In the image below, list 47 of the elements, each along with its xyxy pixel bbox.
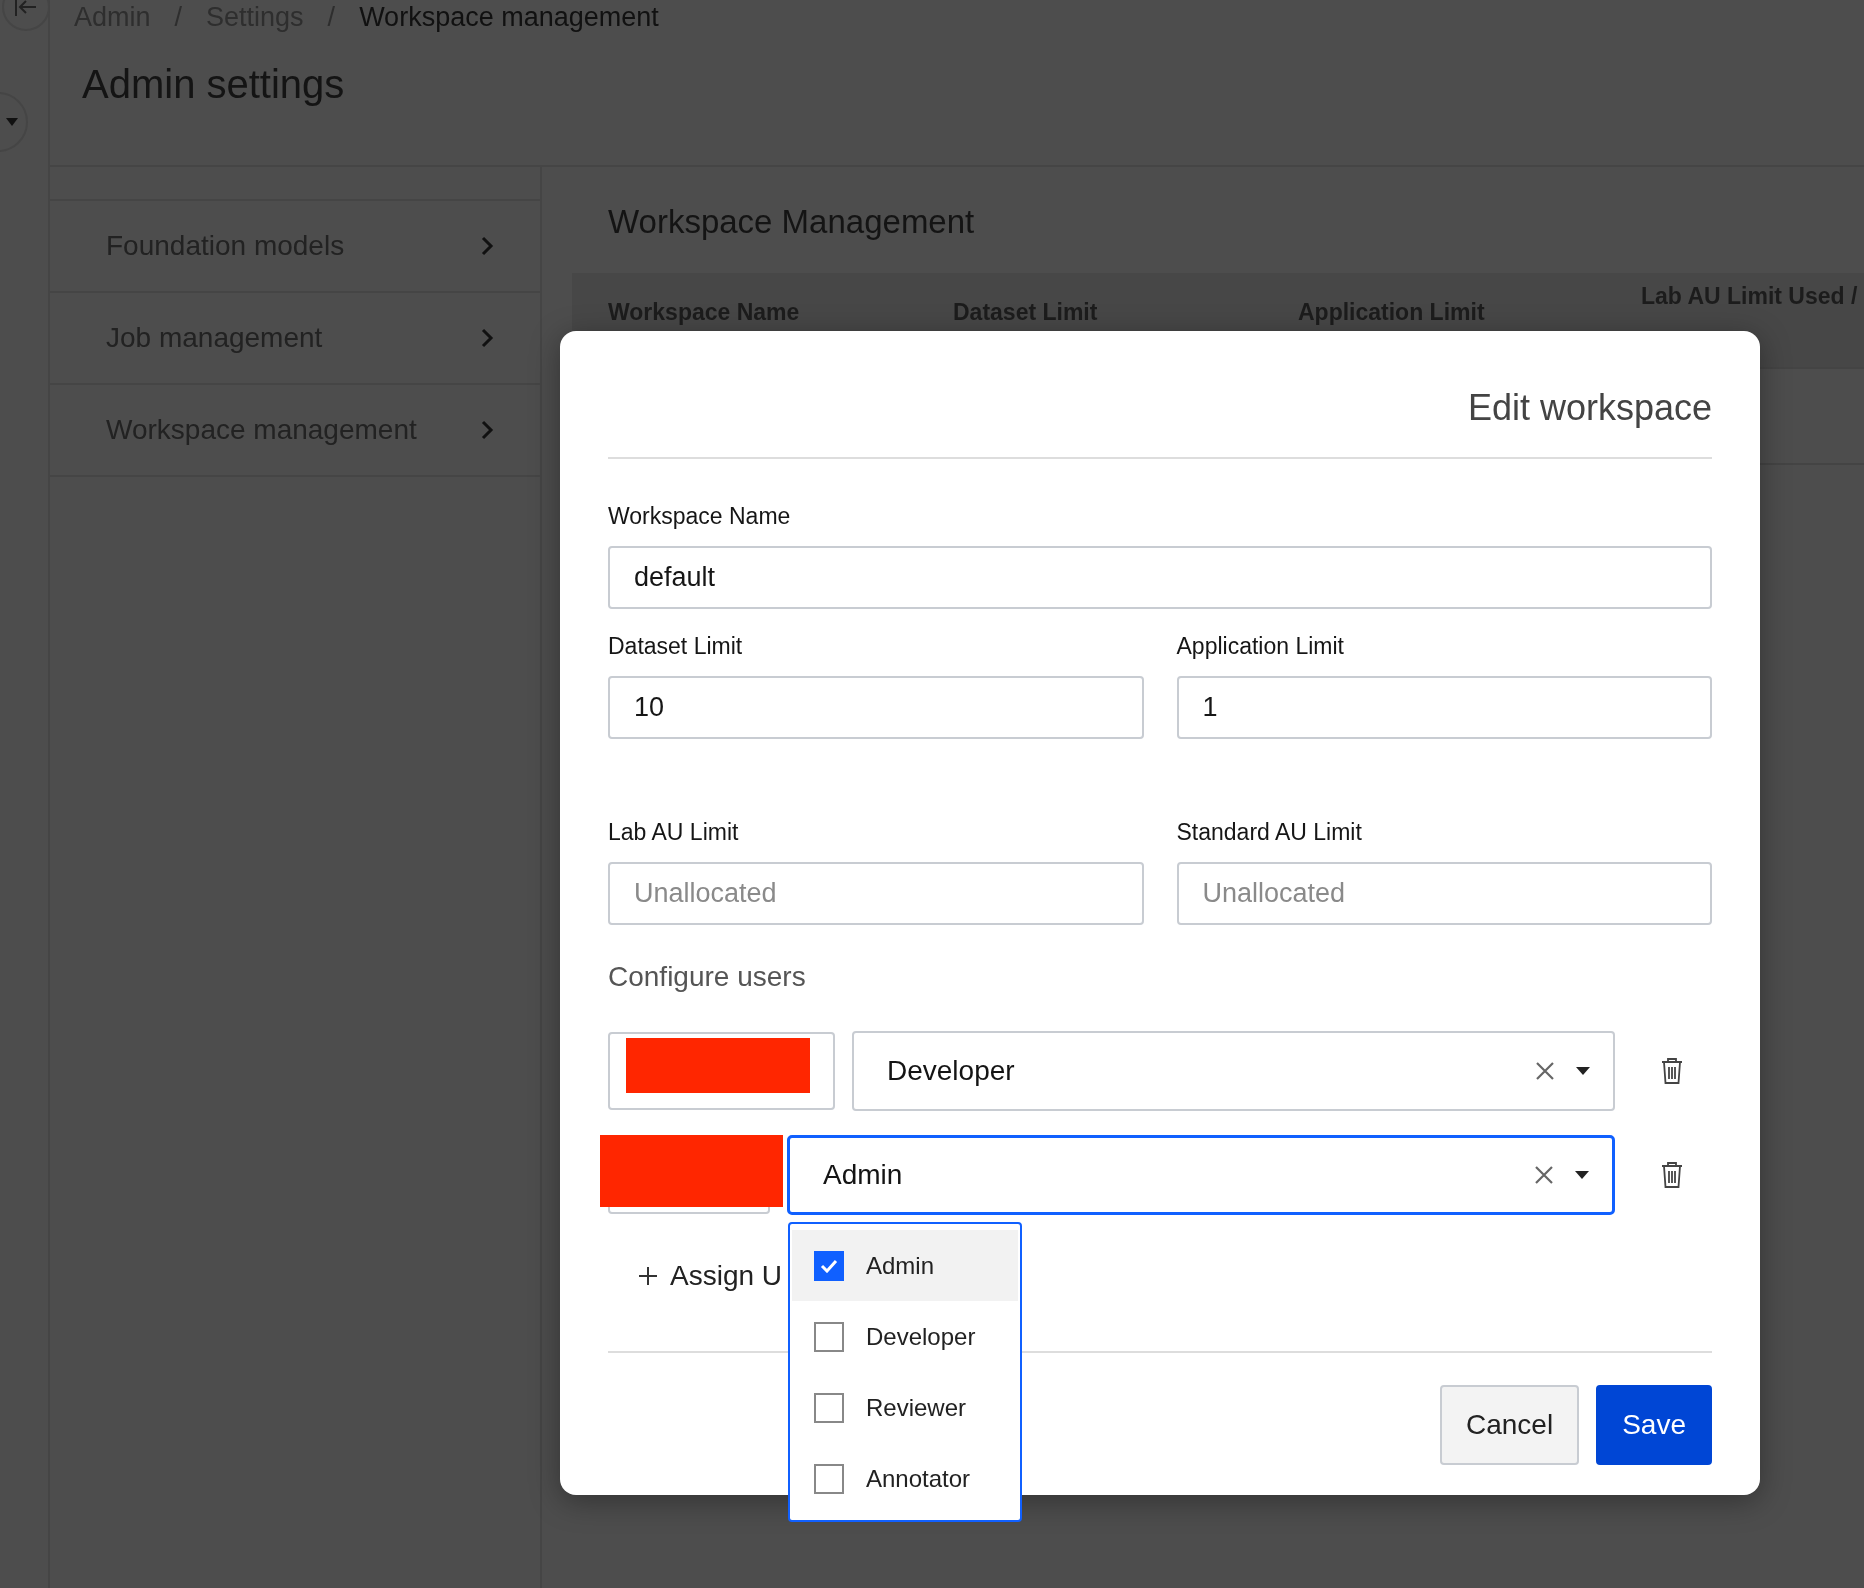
option-label: Developer [866,1322,976,1351]
option-label: Admin [866,1251,935,1280]
chevron-right-icon [480,327,494,349]
caret-down-icon[interactable] [1574,1170,1590,1180]
field-label: Standard AU Limit [1176,819,1363,846]
cancel-button[interactable]: Cancel [1440,1385,1580,1465]
assign-user-button[interactable]: Assign U [608,1237,783,1315]
clear-icon[interactable] [1534,1165,1554,1185]
field-label: Workspace Name [608,503,792,530]
input-field[interactable]: 10 [608,676,1144,739]
input-field[interactable]: Unallocated [608,862,1144,925]
dialog-title: Edit workspace [608,331,1712,459]
role-select[interactable]: Admin [787,1135,1615,1215]
section-heading: Configure users [608,961,807,993]
section-title: Workspace Management [608,203,976,242]
caret-down-icon[interactable] [1575,1066,1591,1076]
chevron-right-icon [480,235,494,257]
role-select[interactable]: Developer [852,1031,1615,1111]
clear-icon[interactable] [1535,1061,1555,1081]
option-label: Annotator [866,1464,971,1493]
field-label: Application Limit [1176,633,1345,660]
input-field[interactable]: 1 [1176,676,1712,739]
menu-option[interactable]: Annotator [792,1443,1018,1514]
trash-icon[interactable] [1661,1161,1683,1189]
checkbox[interactable] [814,1392,844,1423]
breadcrumb-separator: / [174,1,183,34]
save-button[interactable]: Save [1596,1385,1712,1465]
field-label: Dataset Limit [608,633,744,660]
input-field[interactable]: default [608,546,1712,609]
user-field[interactable] [608,1032,835,1110]
menu-option[interactable]: Admin [792,1230,1018,1301]
checkbox[interactable] [814,1463,844,1494]
plus-icon [638,1266,658,1286]
check-icon [820,1258,838,1273]
field-label: Lab AU Limit [608,819,740,846]
checkbox[interactable] [814,1250,844,1281]
caret-down-icon [6,118,18,126]
chevron-right-icon [480,419,494,441]
trash-icon[interactable] [1661,1057,1683,1085]
page-title: Admin settings [82,62,346,108]
checkbox[interactable] [814,1321,844,1352]
breadcrumb-separator: / [327,1,336,34]
input-field[interactable]: Unallocated [1176,862,1712,925]
option-label: Reviewer [866,1393,967,1422]
arrow-left-icon [14,0,38,17]
menu-option[interactable]: Reviewer [792,1372,1018,1443]
menu-option[interactable]: Developer [792,1301,1018,1372]
